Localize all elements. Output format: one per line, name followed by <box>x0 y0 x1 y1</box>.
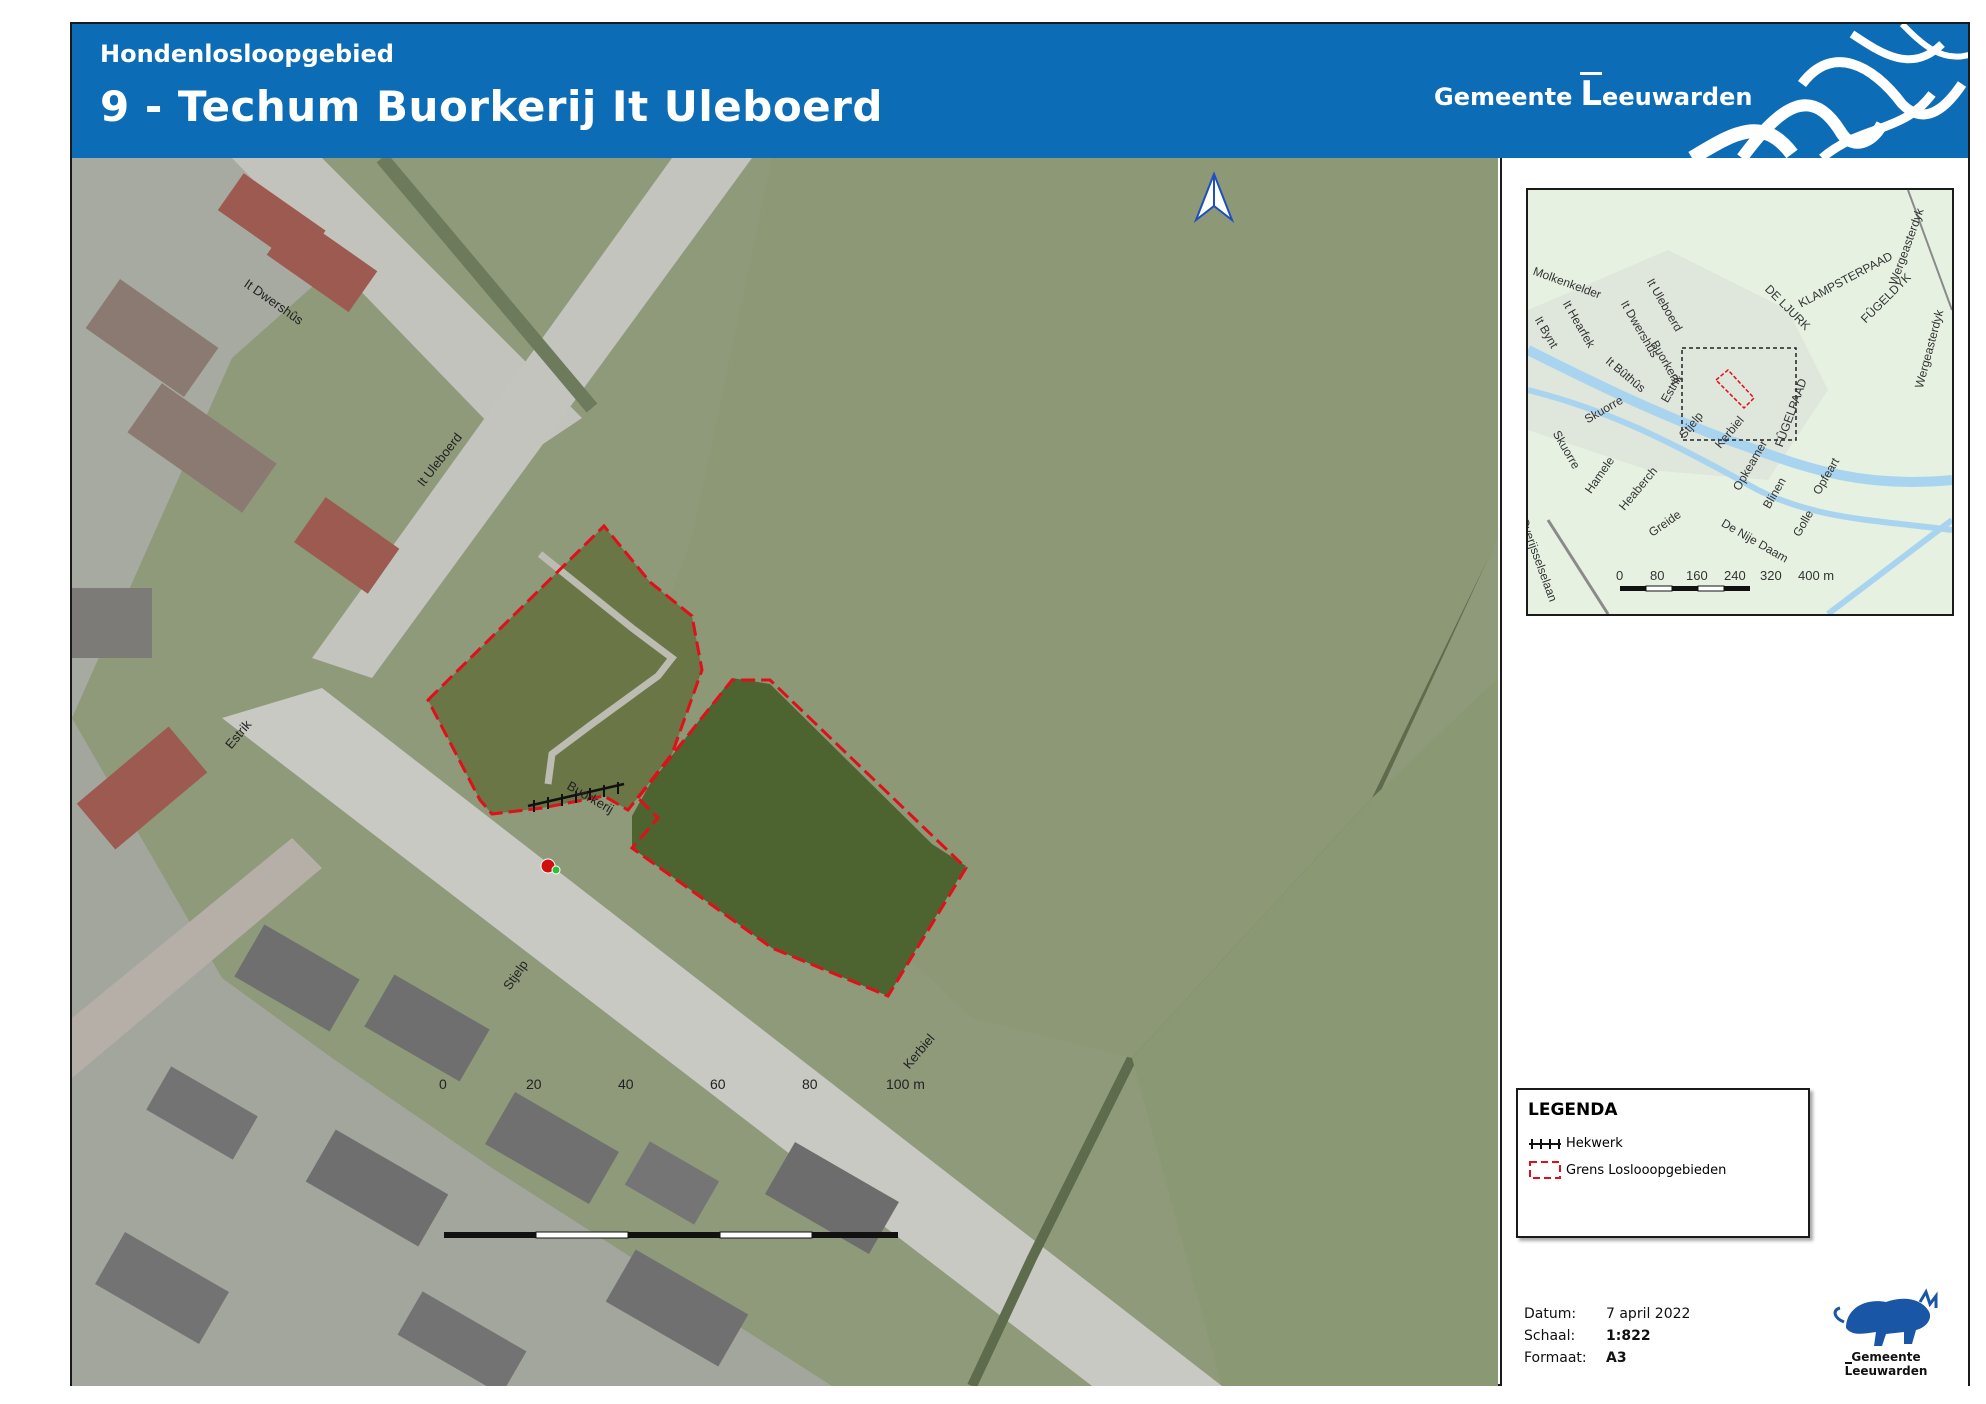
meta-row-datum: Datum: 7 april 2022 <box>1524 1306 1726 1328</box>
inset-scale-tick-400: 400 m <box>1798 568 1835 583</box>
swirl-decoration-icon <box>1688 24 1968 158</box>
inset-scale-tick-160: 160 <box>1686 568 1708 583</box>
map-title: 9 - Techum Buorkerij It Uleboerd <box>100 82 883 131</box>
scale-tick-0: 0 <box>439 1076 447 1092</box>
boundary-symbol-icon <box>1529 1161 1561 1179</box>
scalebar <box>444 1231 898 1239</box>
aerial-map-canvas <box>72 158 1498 1386</box>
inset-scale-tick-0: 0 <box>1616 568 1624 583</box>
scale-tick-100: 100 m <box>886 1076 925 1092</box>
legend-item-grens: Grens Loslooopgebieden <box>1528 1160 1726 1180</box>
legend-title: LEGENDA <box>1528 1100 1618 1120</box>
title-banner: Hondenlosloopgebied 9 - Techum Buorkerij… <box>72 24 1968 158</box>
scale-tick-40: 40 <box>618 1076 634 1092</box>
map-sheet: Hondenlosloopgebied 9 - Techum Buorkerij… <box>70 22 1970 1386</box>
scale-tick-80: 80 <box>802 1076 818 1092</box>
scale-tick-20: 20 <box>526 1076 542 1092</box>
entrance-marker-green-icon[interactable] <box>551 865 561 875</box>
overview-inset-map[interactable]: Molkenkelder It Hearfek It Dwershûs It U… <box>1526 188 1954 616</box>
aerial-map[interactable]: It Dwershûs It Uleboerd Estrik Buorkerij… <box>72 158 1498 1386</box>
fence-symbol-icon <box>1529 1138 1561 1149</box>
logo-letter-l: L <box>1580 72 1603 114</box>
scale-tick-60: 60 <box>710 1076 726 1092</box>
meta-schaal-value: 1:822 <box>1606 1328 1651 1344</box>
footer-logo-eeuwarden: eeuwarden <box>1852 1364 1928 1378</box>
legend-item-hekwerk: Hekwerk <box>1528 1136 1623 1151</box>
legend-label-hekwerk: Hekwerk <box>1566 1136 1623 1151</box>
legend-label-grens: Grens Loslooopgebieden <box>1566 1162 1727 1178</box>
side-panel: Molkenkelder It Hearfek It Dwershûs It U… <box>1500 158 1968 1386</box>
inset-scale-tick-240: 240 <box>1724 568 1746 583</box>
meta-formaat-value: A3 <box>1606 1350 1627 1366</box>
footer-logo-text: Gemeente Leeuwarden <box>1816 1350 1956 1378</box>
meta-datum-value: 7 april 2022 <box>1606 1306 1691 1322</box>
meta-datum-label: Datum: <box>1524 1306 1577 1322</box>
meta-row-formaat: Formaat: A3 <box>1524 1350 1726 1372</box>
inset-scale-tick-80: 80 <box>1650 568 1665 583</box>
map-metadata: Datum: 7 april 2022 Schaal: 1:822 Formaa… <box>1524 1306 1726 1372</box>
meta-row-schaal: Schaal: 1:822 <box>1524 1328 1726 1350</box>
logo-text-gemeente: Gemeente <box>1434 83 1573 111</box>
lion-emblem-icon <box>1833 1288 1938 1346</box>
meta-schaal-label: Schaal: <box>1524 1328 1576 1344</box>
meta-formaat-label: Formaat: <box>1524 1350 1587 1366</box>
legend-box: LEGENDA Hekwerk Grens Loslooopgebieden <box>1516 1088 1810 1238</box>
footer-logo: Gemeente Leeuwarden <box>1816 1288 1956 1378</box>
inset-scale-tick-320: 320 <box>1760 568 1782 583</box>
map-subtitle: Hondenlosloopgebied <box>100 40 394 68</box>
footer-logo-gemeente: Gemeente <box>1851 1350 1921 1364</box>
